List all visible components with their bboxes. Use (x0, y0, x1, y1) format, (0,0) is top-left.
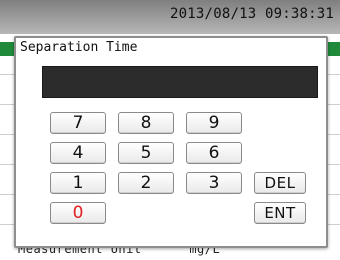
value-display (42, 66, 318, 98)
status-bar: 2013/08/13 09:38:31 (0, 0, 340, 34)
key-7-button[interactable]: 7 (50, 112, 106, 134)
key-8-button[interactable]: 8 (118, 112, 174, 134)
key-0-button[interactable]: 0 (50, 202, 106, 224)
device-screen: 2013/08/13 09:38:31 Measurement Unit mg/… (0, 0, 340, 260)
key-4-button[interactable]: 4 (50, 142, 106, 164)
datetime-display: 2013/08/13 09:38:31 (170, 6, 334, 22)
numeric-keypad-dialog: Separation Time 7 8 9 4 5 6 1 2 3 DEL 0 … (14, 36, 328, 248)
key-5-button[interactable]: 5 (118, 142, 174, 164)
delete-button[interactable]: DEL (254, 172, 306, 194)
key-2-button[interactable]: 2 (118, 172, 174, 194)
dialog-title: Separation Time (20, 40, 138, 55)
key-3-button[interactable]: 3 (186, 172, 242, 194)
key-1-button[interactable]: 1 (50, 172, 106, 194)
enter-button[interactable]: ENT (254, 202, 306, 224)
key-6-button[interactable]: 6 (186, 142, 242, 164)
key-9-button[interactable]: 9 (186, 112, 242, 134)
